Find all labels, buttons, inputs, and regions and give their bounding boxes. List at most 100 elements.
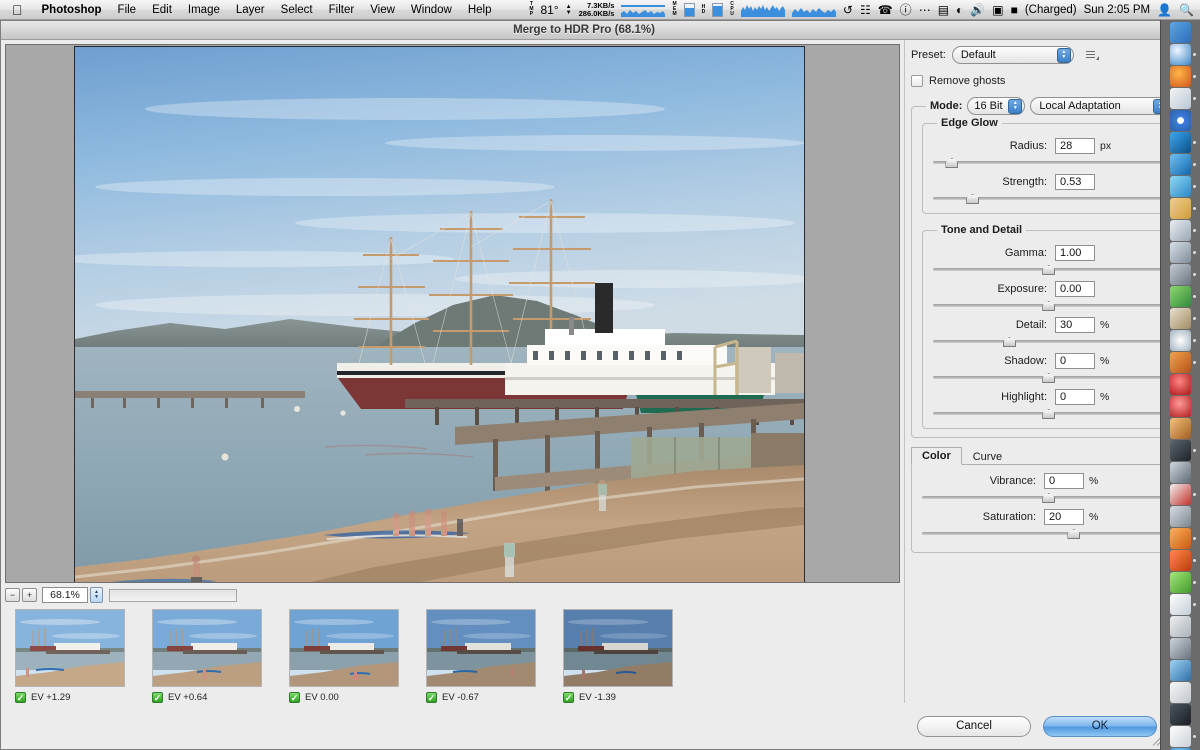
preset-select[interactable]: Default ▲▼ [952, 46, 1074, 64]
bit-depth-select[interactable]: 16 Bit ▲▼ [967, 97, 1025, 115]
zoom-out-button[interactable]: − [5, 588, 20, 602]
strength-input[interactable]: 0.53 [1055, 174, 1095, 190]
app-dock[interactable] [1160, 20, 1200, 750]
clock[interactable]: Sun 2:05 PM [1084, 4, 1150, 16]
dock-icon-record[interactable] [1170, 374, 1191, 395]
filmstrip-item[interactable]: ✓ EV 0.00 [289, 609, 399, 703]
filmstrip-item[interactable]: ✓ EV +1.29 [15, 609, 125, 703]
slider-thumb[interactable] [945, 158, 958, 168]
dock-icon-illustrator[interactable] [1170, 220, 1191, 241]
filmstrip-item[interactable]: ✓ EV -1.39 [563, 609, 673, 703]
slider-thumb[interactable] [966, 194, 979, 204]
dock-icon-notes[interactable] [1170, 726, 1191, 747]
dock-icon-mail[interactable] [1170, 550, 1191, 571]
detail-input[interactable]: 30 [1055, 317, 1095, 333]
dock-icon-preview[interactable] [1170, 88, 1191, 109]
bluetooth-icon[interactable]: ⋯ [919, 4, 931, 16]
gamma-slider[interactable] [933, 263, 1163, 276]
thumbnail-image[interactable] [15, 609, 125, 687]
chevron-updown-icon[interactable]: ▲▼ [1008, 99, 1022, 114]
dock-icon-disc[interactable] [1170, 330, 1191, 351]
dock-icon-utility[interactable] [1170, 264, 1191, 285]
slider-thumb[interactable] [1042, 493, 1055, 503]
preset-flyout-menu-icon[interactable] [1086, 50, 1099, 60]
thumbnail-checkbox[interactable]: ✓ [15, 692, 26, 703]
dock-icon-brush[interactable] [1170, 308, 1191, 329]
gamma-input[interactable]: 1.00 [1055, 245, 1095, 261]
vibrance-input[interactable]: 0 [1044, 473, 1084, 489]
highlight-slider[interactable] [933, 407, 1163, 420]
menu-layer[interactable]: Layer [228, 4, 273, 16]
radius-slider[interactable] [933, 156, 1163, 169]
remove-ghosts-checkbox[interactable] [911, 75, 923, 87]
method-select[interactable]: Local Adaptation ▲▼ [1030, 97, 1170, 115]
menu-image[interactable]: Image [180, 4, 228, 16]
dock-icon-graphics[interactable] [1170, 418, 1191, 439]
dock-icon-photoshop[interactable] [1170, 132, 1191, 153]
network-graph-icon[interactable] [621, 2, 665, 17]
tab-curve[interactable]: Curve [962, 448, 1013, 465]
display-icon[interactable]: ▤ [938, 4, 949, 16]
thumbnail-image[interactable] [152, 609, 262, 687]
thumbnail-image[interactable] [289, 609, 399, 687]
dock-icon-app-green[interactable] [1170, 572, 1191, 593]
menu-help[interactable]: Help [460, 4, 500, 16]
dock-icon-chrome[interactable] [1170, 110, 1191, 131]
vibrance-slider[interactable] [922, 491, 1174, 504]
menu-edit[interactable]: Edit [144, 4, 180, 16]
dock-icon-editor[interactable] [1170, 242, 1191, 263]
cpu-graph2-icon[interactable] [792, 2, 836, 17]
dock-icon-terminal[interactable] [1170, 440, 1191, 461]
menu-file[interactable]: File [110, 4, 145, 16]
menu-filter[interactable]: Filter [321, 4, 363, 16]
cpu-graph-icon[interactable] [741, 2, 785, 17]
thumbnail-checkbox[interactable]: ✓ [563, 692, 574, 703]
thumbnail-image[interactable] [563, 609, 673, 687]
battery-icon[interactable]: ■ [1011, 4, 1018, 16]
slider-thumb[interactable] [1042, 373, 1055, 383]
hdr-preview-image[interactable] [74, 46, 805, 583]
zoom-level-field[interactable]: 68.1% [42, 587, 88, 603]
slider-thumb[interactable] [1003, 337, 1016, 347]
zoom-stepper[interactable]: ▲▼ [90, 587, 103, 603]
highlight-input[interactable]: 0 [1055, 389, 1095, 405]
filmstrip-item[interactable]: ✓ EV -0.67 [426, 609, 536, 703]
dock-icon-pages[interactable] [1170, 616, 1191, 637]
ok-button[interactable]: OK [1043, 716, 1157, 737]
menu-view[interactable]: View [362, 4, 403, 16]
detail-slider[interactable] [933, 335, 1163, 348]
battery-meter-icon[interactable]: ☷ [860, 4, 871, 16]
saturation-input[interactable]: 20 [1044, 509, 1084, 525]
menu-window[interactable]: Window [403, 4, 460, 16]
sync-icon[interactable]: ↺ [843, 4, 853, 16]
dock-icon-safari[interactable] [1170, 44, 1191, 65]
dock-icon-photoshop-alt[interactable] [1170, 154, 1191, 175]
dialog-title-bar[interactable]: Merge to HDR Pro (68.1%) [1, 21, 1167, 40]
dock-icon-messages[interactable] [1170, 176, 1191, 197]
slider-thumb[interactable] [1042, 409, 1055, 419]
dock-icon-system-prefs[interactable] [1170, 506, 1191, 527]
exposure-slider[interactable] [933, 299, 1163, 312]
thumbnail-image[interactable] [426, 609, 536, 687]
preview-scrollbar[interactable] [109, 589, 237, 602]
wifi-icon[interactable]: ◐ [956, 4, 963, 16]
dock-icon-printer[interactable] [1170, 638, 1191, 659]
dock-icon-firefox[interactable] [1170, 66, 1191, 87]
thumbnail-checkbox[interactable]: ✓ [152, 692, 163, 703]
input-source-icon[interactable]: ▣ [992, 4, 1003, 16]
search-icon[interactable]: 🔍 [1179, 4, 1194, 16]
memory-gauge-icon[interactable] [684, 3, 695, 17]
dock-icon-camera[interactable] [1170, 462, 1191, 483]
thumbnail-checkbox[interactable]: ✓ [426, 692, 437, 703]
strength-slider[interactable] [933, 192, 1163, 205]
saturation-slider[interactable] [922, 527, 1174, 540]
tab-color[interactable]: Color [911, 447, 962, 465]
dock-icon-record-alt[interactable] [1170, 396, 1191, 417]
network-rates[interactable]: 7.3KB/s 286.0KB/s [579, 2, 615, 18]
harddisk-gauge-icon[interactable] [712, 3, 723, 17]
shadow-input[interactable]: 0 [1055, 353, 1095, 369]
phone-icon[interactable]: ☎ [878, 4, 893, 16]
exposure-input[interactable]: 0.00 [1055, 281, 1095, 297]
user-icon[interactable]: 👤 [1157, 4, 1172, 16]
dock-icon-finder[interactable] [1170, 22, 1191, 43]
